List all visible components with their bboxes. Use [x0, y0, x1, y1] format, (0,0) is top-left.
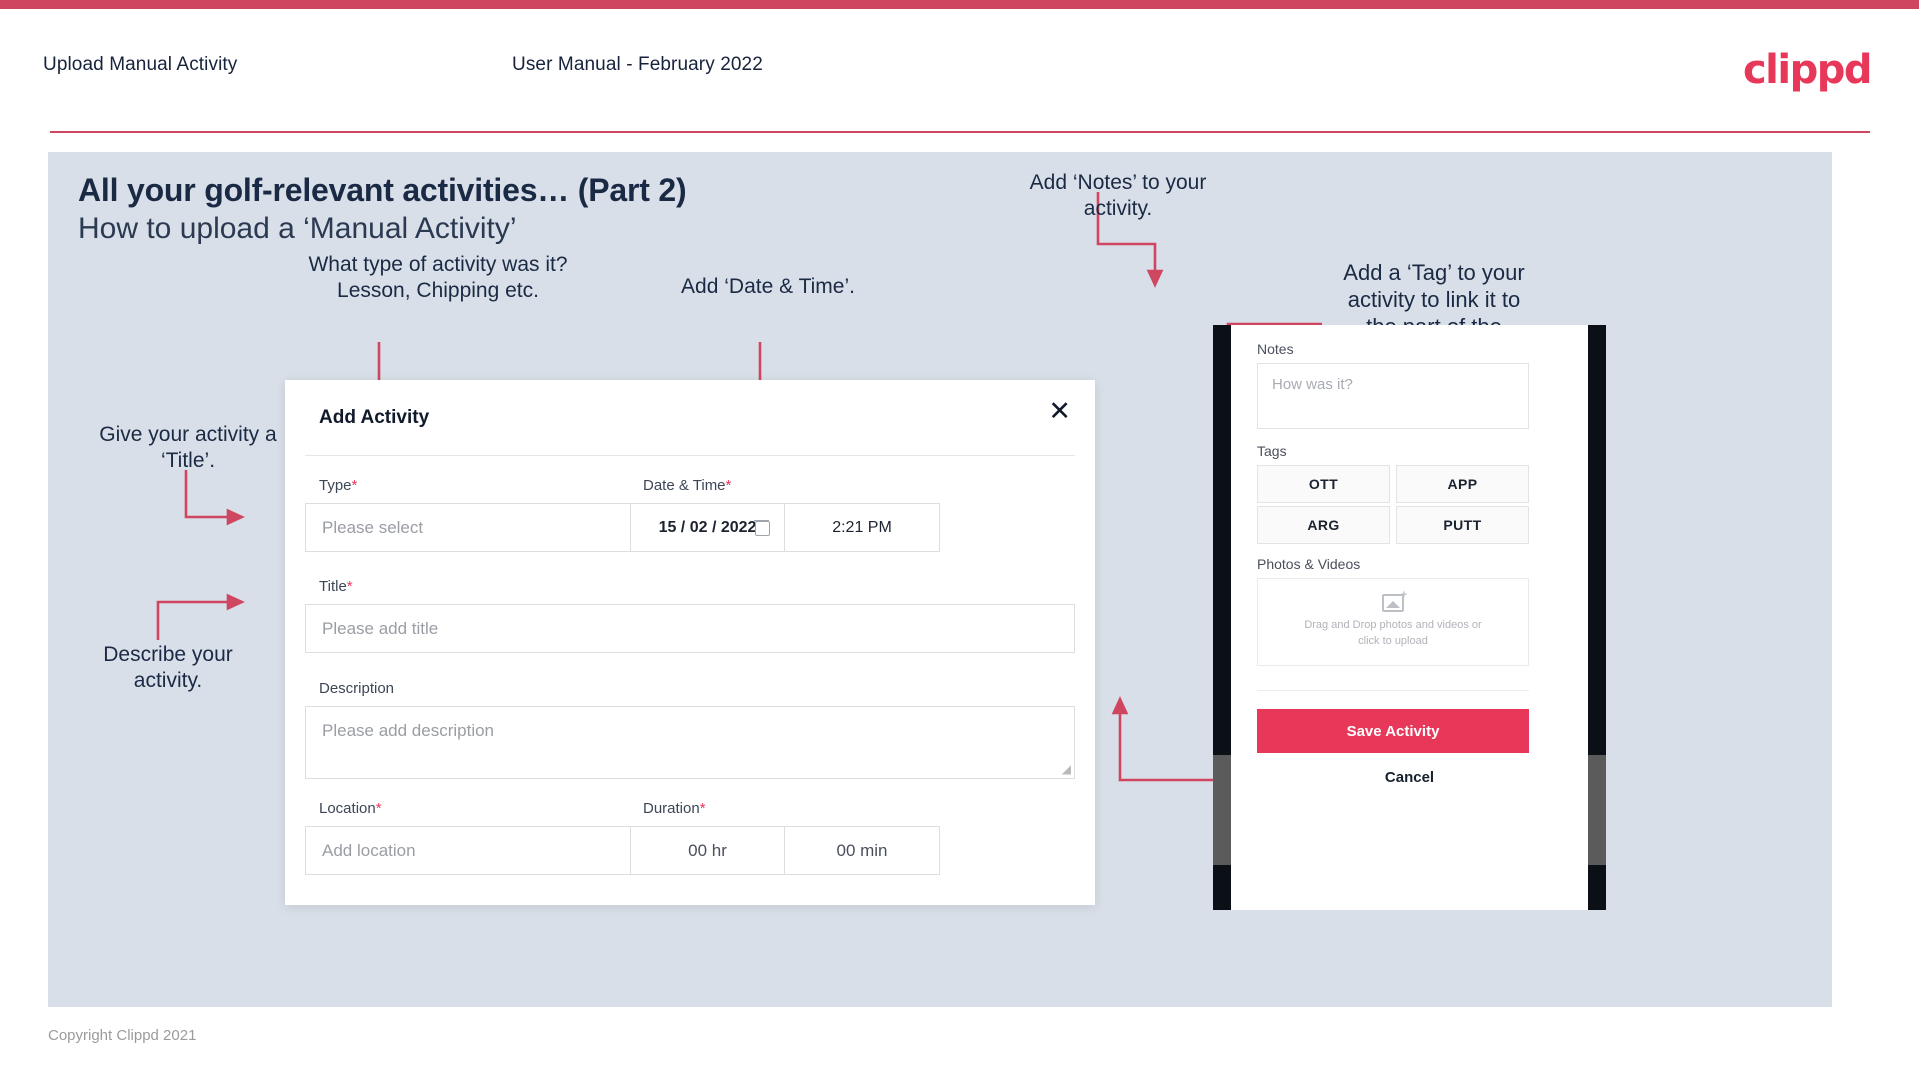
title-placeholder: Please add title: [322, 618, 439, 638]
title-label-text: Title: [319, 578, 347, 595]
photos-videos-label: Photos & Videos: [1257, 556, 1361, 572]
notes-label: Notes: [1257, 341, 1294, 357]
required-asterisk: *: [699, 800, 706, 817]
slide-title: All your golf-relevant activities… (Part…: [78, 172, 687, 208]
dialog-title: Add Activity: [319, 407, 430, 428]
slide-subtitle: How to upload a ‘Manual Activity’: [78, 212, 517, 245]
phone-volume-button-left: [1213, 755, 1231, 865]
tags-label: Tags: [1257, 443, 1287, 459]
plus-icon: +: [1400, 589, 1407, 602]
phone-power-button-right: [1588, 755, 1606, 865]
tag-putt[interactable]: PUTT: [1396, 506, 1529, 544]
required-asterisk: *: [346, 578, 353, 595]
title-label: Title*: [319, 578, 353, 595]
datetime-label-text: Date & Time: [643, 477, 726, 494]
dropzone-line-1: Drag and Drop photos and videos or: [1304, 619, 1482, 632]
top-accent-bar: [0, 0, 1919, 9]
title-input[interactable]: Please add title: [305, 604, 1075, 653]
description-placeholder: Please add description: [322, 721, 495, 740]
notes-placeholder: How was it?: [1272, 376, 1353, 393]
annotation-title: Give your activity a ‘Title’.: [99, 423, 277, 472]
phone-bezel-right: [1588, 325, 1606, 910]
close-icon[interactable]: ✕: [1048, 398, 1071, 425]
add-activity-dialog: Add Activity ✕ Type* Please select Date …: [285, 380, 1095, 905]
tag-arg[interactable]: ARG: [1257, 506, 1390, 544]
required-asterisk: *: [375, 800, 382, 817]
duration-label: Duration*: [643, 800, 706, 817]
tag-app[interactable]: APP: [1396, 465, 1529, 503]
description-input[interactable]: Please add description ◢: [305, 706, 1075, 779]
duration-min-placeholder: 00 min: [836, 840, 888, 860]
add-image-icon: +: [1382, 589, 1407, 613]
required-asterisk: *: [725, 477, 732, 494]
header-center-title: User Manual - February 2022: [512, 54, 763, 75]
type-label-text: Type: [319, 477, 352, 494]
dialog-divider: [305, 455, 1075, 456]
dropzone-text: Drag and Drop photos and videos or click…: [1304, 618, 1481, 650]
description-label: Description: [319, 680, 395, 697]
dropzone-line-2: click to upload: [1358, 635, 1428, 647]
phone-bezel-left: [1213, 325, 1231, 910]
page-header: Upload Manual Activity User Manual - Feb…: [0, 9, 1919, 133]
phone-divider: [1257, 690, 1529, 691]
resize-grip-icon[interactable]: ◢: [1062, 762, 1071, 776]
datetime-label: Date & Time*: [643, 477, 731, 494]
location-label: Location*: [319, 800, 382, 817]
location-label-text: Location: [319, 800, 376, 817]
clippd-logo: clippd: [1742, 47, 1873, 93]
cancel-button[interactable]: Cancel: [1231, 769, 1588, 786]
type-label: Type*: [319, 477, 357, 494]
location-input[interactable]: Add location: [305, 826, 680, 875]
date-value: 15 / 02 / 2022: [658, 518, 757, 536]
annotation-datetime: Add ‘Date & Time’.: [681, 275, 855, 298]
time-value: 2:21 PM: [832, 518, 892, 536]
duration-hours-input[interactable]: 00 hr: [630, 826, 785, 875]
date-input[interactable]: 15 / 02 / 2022: [630, 503, 785, 552]
time-input[interactable]: 2:21 PM: [784, 503, 940, 552]
photo-upload-dropzone[interactable]: + Drag and Drop photos and videos or cli…: [1257, 578, 1529, 666]
copyright-footer: Copyright Clippd 2021: [48, 1027, 197, 1044]
calendar-icon[interactable]: [754, 520, 770, 536]
phone-mockup: Notes How was it? Tags OTT APP ARG PUTT …: [1213, 325, 1606, 910]
annotation-notes: Add ‘Notes’ to your activity.: [1029, 171, 1207, 220]
header-left-title: Upload Manual Activity: [43, 54, 238, 75]
annotation-description: Describe your activity.: [103, 643, 233, 692]
header-divider: [50, 131, 1870, 133]
save-activity-button[interactable]: Save Activity: [1257, 709, 1529, 753]
location-placeholder: Add location: [322, 840, 416, 860]
type-placeholder: Please select: [322, 517, 424, 537]
duration-hr-placeholder: 00 hr: [688, 840, 727, 860]
duration-label-text: Duration: [643, 800, 700, 817]
duration-minutes-input[interactable]: 00 min: [784, 826, 940, 875]
notes-input[interactable]: How was it?: [1257, 363, 1529, 429]
required-asterisk: *: [351, 477, 358, 494]
tag-ott[interactable]: OTT: [1257, 465, 1390, 503]
type-select[interactable]: Please select: [305, 503, 680, 552]
annotation-type: What type of activity was it? Lesson, Ch…: [308, 253, 568, 302]
phone-screen: Notes How was it? Tags OTT APP ARG PUTT …: [1231, 325, 1588, 910]
